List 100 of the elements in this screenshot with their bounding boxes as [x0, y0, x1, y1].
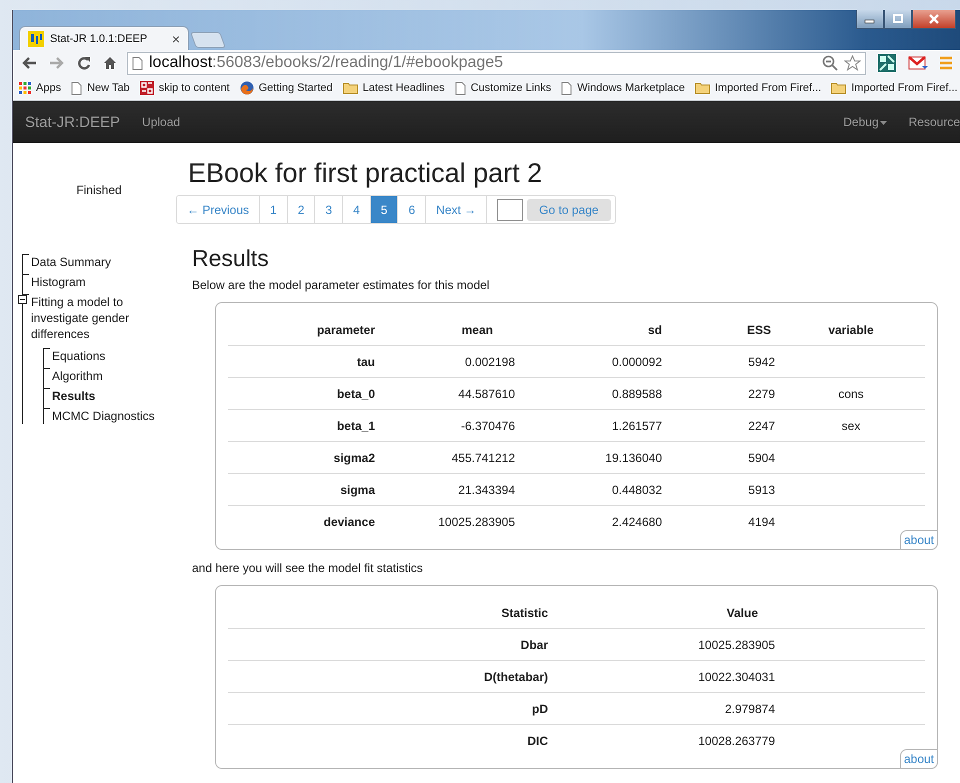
bookmark[interactable]: Customize Links: [454, 82, 552, 94]
home-icon[interactable]: [103, 56, 117, 70]
tree-item[interactable]: MCMC Diagnostics: [52, 408, 155, 424]
nav-link[interactable]: Upload: [142, 115, 180, 129]
column-header: variable: [827, 323, 875, 337]
column-header: mean: [460, 323, 494, 337]
table-cell-text: 0.000092: [610, 354, 662, 368]
bookmark[interactable]: Imported From Firef...: [831, 82, 958, 94]
next-link[interactable]: Next →: [426, 196, 488, 223]
close-tab-button[interactable]: ×: [172, 30, 180, 46]
close-button[interactable]: [912, 10, 956, 29]
table-cell-text: sigma: [339, 482, 375, 496]
about-link[interactable]: about: [900, 749, 938, 769]
table-cell-text: 2279: [747, 386, 775, 400]
back-icon[interactable]: [21, 56, 37, 70]
caret-icon: [880, 121, 887, 125]
mail-icon[interactable]: [908, 55, 928, 71]
apps-grid-icon: [19, 82, 31, 94]
bookmark[interactable]: New Tab: [71, 82, 130, 94]
tab-title: Stat-JR 1.0.1:DEEP: [50, 32, 148, 44]
table-cell-text: Dbar: [520, 638, 548, 652]
table-cell-text: 5904: [747, 450, 775, 464]
tree-item[interactable]: Results: [52, 388, 96, 404]
section-heading: Results: [192, 244, 270, 272]
maximize-icon: [892, 14, 904, 24]
page-link[interactable]: 1: [260, 196, 288, 223]
page-icon: [132, 56, 143, 70]
table-cell-text: 44.587610: [457, 386, 515, 400]
table-cell-text: 0.002198: [464, 354, 515, 368]
collapse-icon[interactable]: [18, 295, 27, 304]
intro-text: Below are the model parameter estimates for this model: [192, 278, 490, 292]
bookmark[interactable]: Imported From Firef...: [694, 82, 822, 94]
table-cell-text: 455.741212: [450, 450, 515, 464]
tree-item[interactable]: Algorithm: [52, 368, 103, 384]
page-title: EBook for first practical part 2: [188, 157, 544, 189]
table-cell-text: 10025.283905: [437, 514, 515, 528]
zoom-icon[interactable]: [822, 55, 838, 71]
about-link[interactable]: about: [900, 530, 938, 550]
page-number-field[interactable]: [497, 198, 524, 220]
logo-icon: [28, 30, 44, 46]
table-cell-text: pD: [531, 702, 548, 716]
table-cell-text: 2.979874: [724, 702, 775, 716]
table-cell-text: tau: [356, 354, 375, 368]
page-link[interactable]: 6: [398, 196, 426, 223]
table-cell-text: 0.448032: [610, 482, 662, 496]
table-cell-text: 10028.263779: [697, 734, 775, 748]
bookmark[interactable]: Getting Started: [240, 81, 333, 95]
table-cell-text: 2.424680: [610, 514, 662, 528]
star-icon[interactable]: [844, 55, 861, 71]
tree-item[interactable]: Histogram: [31, 274, 86, 290]
table-cell-text: 5913: [747, 482, 775, 496]
table-cell-text: 21.343394: [457, 482, 515, 496]
tree-item[interactable]: Data Summary: [31, 254, 112, 270]
status-text: Finished: [75, 183, 123, 197]
page-link[interactable]: 3: [315, 196, 344, 223]
nav-link[interactable]: Debug: [843, 115, 887, 129]
site-icon: [140, 81, 154, 95]
table-cell-text: 0.889588: [610, 386, 662, 400]
previous-link[interactable]: ← Previous: [177, 196, 260, 223]
column-header: Value: [726, 606, 759, 620]
table-cell-text: 10022.304031: [697, 670, 775, 684]
table-cell-text: deviance: [322, 514, 375, 528]
page-icon: [561, 82, 572, 94]
table-cell-text: 10025.283905: [697, 638, 775, 652]
table-cell-text: beta_1: [336, 418, 375, 432]
table-cell-text: 4194: [747, 514, 775, 528]
table-cell-text: cons: [837, 386, 865, 400]
minimize-button[interactable]: [856, 10, 884, 29]
reload-icon[interactable]: [77, 56, 91, 70]
page-link[interactable]: 5: [370, 196, 398, 223]
page-link[interactable]: 2: [288, 196, 316, 223]
fit-text: and here you will see the model fit statistics: [192, 561, 424, 575]
column-header: ESS: [746, 323, 772, 337]
brand-link[interactable]: Stat-JR:DEEP: [25, 114, 120, 130]
globe-icon: [240, 81, 254, 95]
column-header: sd: [646, 323, 662, 337]
table-cell-text: 5942: [747, 354, 775, 368]
folder-icon: [342, 82, 358, 94]
address-bar[interactable]: localhost:56083/ebooks/2/reading/1/#ebookpage5: [127, 52, 866, 74]
folder-icon: [831, 82, 846, 94]
bookmark[interactable]: Apps: [19, 82, 62, 94]
table-cell-text: 19.136040: [604, 450, 662, 464]
page-icon: [71, 82, 82, 94]
bookmark[interactable]: skip to content: [140, 81, 230, 95]
tree-item[interactable]: Fitting a model to investigate gender differences: [31, 294, 161, 342]
folder-icon: [694, 82, 710, 94]
table-cell-text: DIC: [526, 734, 548, 748]
table-cell-text: -6.370476: [460, 418, 515, 432]
maximize-button[interactable]: [884, 10, 912, 29]
table-cell-text: beta_0: [336, 386, 375, 400]
table-cell-text: sigma2: [332, 450, 375, 464]
column-header: parameter: [316, 323, 375, 337]
column-header: Statistic: [500, 606, 548, 620]
bookmark[interactable]: Latest Headlines: [342, 82, 445, 94]
page-icon: [454, 82, 466, 94]
tree-item[interactable]: Equations: [52, 348, 106, 364]
extension-icon[interactable]: [878, 54, 896, 72]
bookmark[interactable]: Windows Marketplace: [561, 82, 685, 94]
browser-tab[interactable]: Stat-JR 1.0.1:DEEP ×: [19, 26, 189, 50]
nav-link[interactable]: Resource: [908, 115, 960, 129]
